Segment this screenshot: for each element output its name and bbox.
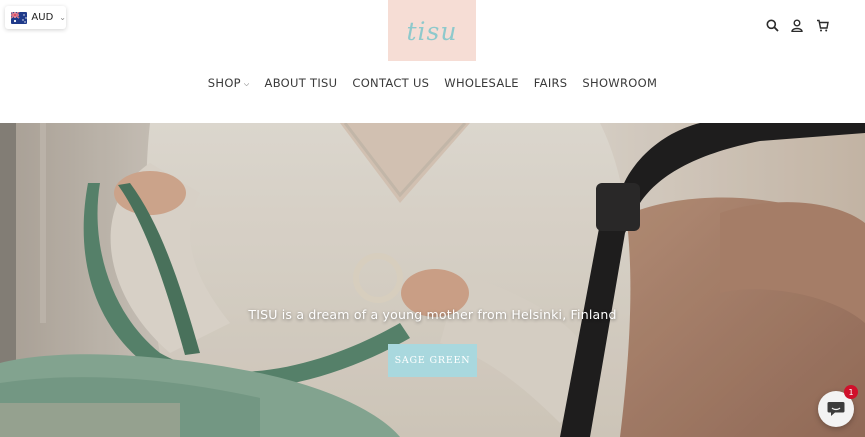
hero-tagline: TISU is a dream of a young mother from H…	[248, 307, 617, 322]
chevron-down-icon: ⌵	[243, 79, 250, 88]
nav-item-showroom[interactable]: SHOWROOM	[575, 76, 665, 90]
nav-item-label: WHOLESALE	[444, 76, 519, 90]
main-nav: SHOP ⌵ ABOUT TISU CONTACT US WHOLESALE F…	[0, 76, 865, 90]
hero-overlay	[0, 123, 865, 437]
nav-item-fairs[interactable]: FAIRS	[526, 76, 575, 90]
nav-item-contact[interactable]: CONTACT US	[345, 76, 437, 90]
hero-banner: TISU is a dream of a young mother from H…	[0, 123, 865, 437]
chevron-down-icon: ⌄	[59, 13, 66, 22]
site-logo[interactable]: tisu	[388, 0, 476, 61]
site-header: AUD ⌄ tisu SHOP ⌵ ABOUT TISU CONTACT US …	[0, 0, 865, 123]
search-icon[interactable]	[765, 17, 779, 33]
svg-text:tisu: tisu	[407, 17, 458, 46]
nav-item-label: ABOUT TISU	[264, 76, 338, 90]
nav-item-shop[interactable]: SHOP ⌵	[200, 76, 257, 90]
chat-icon	[827, 402, 845, 416]
nav-item-about[interactable]: ABOUT TISU	[257, 76, 345, 90]
currency-code: AUD	[31, 12, 54, 23]
australia-flag-icon	[11, 11, 28, 24]
nav-item-label: FAIRS	[533, 76, 568, 90]
account-icon[interactable]	[790, 17, 804, 33]
sage-green-button[interactable]: SAGE GREEN	[388, 344, 477, 377]
nav-item-label: CONTACT US	[352, 76, 430, 90]
chat-badge: 1	[844, 385, 858, 399]
header-icons	[765, 17, 829, 33]
nav-item-wholesale[interactable]: WHOLESALE	[437, 76, 527, 90]
nav-item-label: SHOP	[207, 76, 241, 90]
currency-selector[interactable]: AUD ⌄	[5, 6, 66, 29]
tisu-logo-icon: tisu	[407, 17, 458, 46]
nav-item-label: SHOWROOM	[582, 76, 658, 90]
cart-icon[interactable]	[815, 17, 829, 33]
